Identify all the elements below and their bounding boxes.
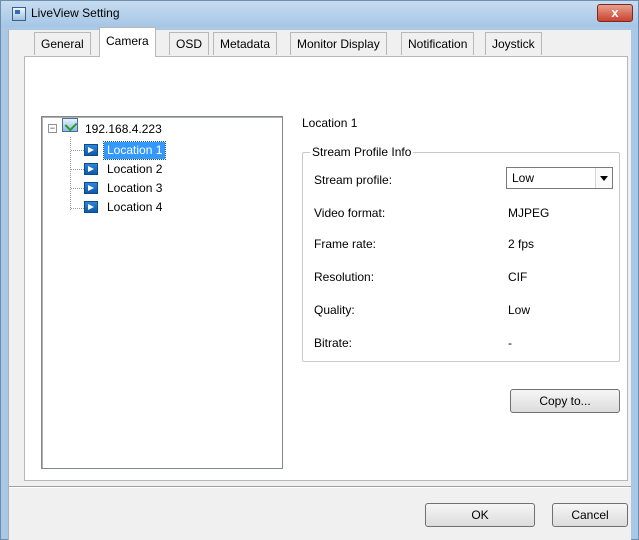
tab-joystick[interactable]: Joystick <box>485 32 542 55</box>
tree-connector <box>70 137 71 210</box>
stream-profile-label: Stream profile: <box>314 173 393 187</box>
cancel-button[interactable]: Cancel <box>552 503 628 527</box>
camera-icon <box>84 182 98 194</box>
stream-profile-select[interactable]: Low <box>506 167 613 189</box>
tree-connector <box>71 169 84 170</box>
resolution-label: Resolution: <box>314 270 375 284</box>
frame-rate-label: Frame rate: <box>314 237 377 251</box>
footer-divider <box>9 486 631 488</box>
frame-rate-value: 2 fps <box>508 237 535 251</box>
bitrate-label: Bitrate: <box>314 336 353 350</box>
copy-to-button[interactable]: Copy to... <box>510 389 620 413</box>
tab-notification[interactable]: Notification <box>401 32 475 55</box>
tree-item-location-1[interactable]: Location 1 <box>102 141 167 160</box>
tab-camera[interactable]: Camera <box>99 27 156 57</box>
tree-root-label[interactable]: 192.168.4.223 <box>85 121 162 139</box>
tree-item-location-2[interactable]: Location 2 <box>104 161 165 178</box>
camera-icon <box>84 201 98 213</box>
ok-button[interactable]: OK <box>425 503 535 527</box>
tab-monitor-display[interactable]: Monitor Display <box>290 32 387 55</box>
camera-icon <box>84 144 98 156</box>
video-format-label: Video format: <box>314 206 386 220</box>
tree-item-location-3[interactable]: Location 3 <box>104 180 165 197</box>
tree-connector <box>71 150 84 151</box>
resolution-value: CIF <box>508 270 528 284</box>
tab-general[interactable]: General <box>34 32 91 55</box>
group-title: Stream Profile Info <box>310 145 414 159</box>
close-button[interactable]: x <box>597 4 633 22</box>
app-icon <box>12 7 26 21</box>
camera-icon <box>84 163 98 175</box>
tab-osd[interactable]: OSD <box>169 32 210 55</box>
tab-metadata[interactable]: Metadata <box>213 32 278 55</box>
quality-value: Low <box>508 303 531 317</box>
selected-location-title: Location 1 <box>302 116 358 130</box>
tree-connector <box>71 208 84 209</box>
collapse-icon[interactable]: − <box>48 124 57 133</box>
bitrate-value: - <box>508 336 512 350</box>
tree-item-location-4[interactable]: Location 4 <box>104 199 165 216</box>
window-title: LiveView Setting <box>31 6 120 20</box>
network-device-icon <box>62 118 78 132</box>
quality-label: Quality: <box>314 303 355 317</box>
title-bar[interactable]: LiveView Setting x <box>1 1 638 27</box>
tree-connector <box>71 188 84 189</box>
stream-profile-value: Low <box>512 171 535 185</box>
chevron-down-icon[interactable] <box>595 168 612 188</box>
video-format-value: MJPEG <box>508 206 550 220</box>
